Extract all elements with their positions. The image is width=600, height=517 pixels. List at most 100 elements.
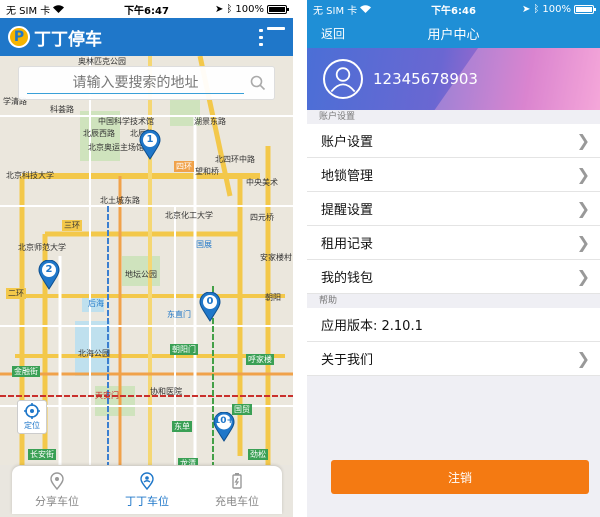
tab-label: 分享车位 xyxy=(35,494,79,508)
status-time: 下午6:46 xyxy=(431,5,476,17)
menu-account-settings[interactable]: 账户设置 ❯ xyxy=(307,124,600,158)
crosshair-icon xyxy=(24,403,40,419)
locate-button[interactable]: 定位 xyxy=(17,400,47,434)
map-label: 后海 xyxy=(88,299,104,308)
menu-rental-records[interactable]: 租用记录 ❯ xyxy=(307,226,600,260)
row-label: 我的钱包 xyxy=(321,271,374,286)
chevron-right-icon: ❯ xyxy=(576,165,590,184)
app-header: P 丁丁停车 xyxy=(0,18,293,56)
tab-label: 丁丁车位 xyxy=(125,494,169,508)
map-label: 北京师范大学 xyxy=(18,243,66,252)
map-label: 北京化工大学 xyxy=(165,211,213,220)
chevron-right-icon: ❯ xyxy=(576,267,590,286)
address-search-box xyxy=(18,66,275,100)
parking-pin[interactable]: 2 xyxy=(38,260,60,290)
row-label: 地锁管理 xyxy=(321,169,374,184)
parking-pin[interactable]: 0 xyxy=(199,292,221,322)
nav-bar: 返回 用户中心 xyxy=(307,18,600,48)
map-label: 安家楼村 xyxy=(260,253,292,262)
map-label: 中央美术 xyxy=(246,178,278,187)
menu-icon[interactable] xyxy=(259,27,285,47)
map-label: 四元桥 xyxy=(250,213,274,222)
bluetooth-icon: ᛒ xyxy=(533,3,540,15)
map-label: 北辰西路 xyxy=(83,129,115,138)
chevron-right-icon: ❯ xyxy=(576,131,590,150)
status-bar: 无 SIM 卡 下午6:47 ➤ ᛒ 100% xyxy=(0,0,293,18)
map-label: 朝阳 xyxy=(265,293,281,302)
user-phone: 12345678903 xyxy=(373,70,478,88)
road-badge: 二环 xyxy=(6,288,26,299)
road-badge: 呼家楼 xyxy=(246,354,274,365)
tab-dingding-parking[interactable]: 丁丁车位 xyxy=(102,466,192,514)
map-label: 协和医院 xyxy=(150,387,182,396)
pin-count: 10+ xyxy=(213,416,235,426)
back-button[interactable]: 返回 xyxy=(307,25,367,42)
map-label: 中国科学技术馆 xyxy=(98,117,154,126)
section-header-help: 帮助 xyxy=(307,294,600,308)
tab-label: 充电车位 xyxy=(215,494,259,508)
map-label: 望和桥 xyxy=(195,167,219,176)
menu-about-us[interactable]: 关于我们 ❯ xyxy=(307,342,600,376)
screen-gap xyxy=(293,0,307,517)
search-icon[interactable] xyxy=(250,75,266,91)
road-badge: 金融街 xyxy=(12,366,40,377)
battery-percent: 100% xyxy=(542,3,572,15)
map-label: 北京科技大学 xyxy=(6,171,54,180)
locate-label: 定位 xyxy=(24,421,40,430)
carrier-label: 无 SIM 卡 xyxy=(313,5,358,17)
map-label: 北土城东路 xyxy=(100,196,140,205)
wifi-icon xyxy=(360,5,372,13)
page-title: 用户中心 xyxy=(427,27,480,43)
battery-icon xyxy=(267,4,290,14)
parking-pin[interactable]: 1 xyxy=(139,130,161,160)
road-badge: 龙潭 xyxy=(178,458,198,465)
map-label: 天安门 xyxy=(95,391,119,400)
pin-count: 1 xyxy=(146,134,154,145)
menu-reminder-settings[interactable]: 提醒设置 ❯ xyxy=(307,192,600,226)
location-arrow-icon: ➤ xyxy=(215,3,224,15)
address-search-input[interactable] xyxy=(27,72,244,94)
tab-charging-parking[interactable]: 充电车位 xyxy=(192,466,282,514)
status-time: 下午6:47 xyxy=(124,5,169,17)
parking-logo-icon: P xyxy=(8,26,30,48)
tab-share-parking[interactable]: 分享车位 xyxy=(12,466,102,514)
row-label: 账户设置 xyxy=(321,135,374,150)
app-version-row: 应用版本: 2.10.1 xyxy=(307,308,600,342)
row-label: 提醒设置 xyxy=(321,203,374,218)
menu-lock-management[interactable]: 地锁管理 ❯ xyxy=(307,158,600,192)
battery-icon xyxy=(574,4,597,14)
status-bar: 无 SIM 卡 下午6:46 ➤ ᛒ 100% xyxy=(307,0,600,18)
row-label: 关于我们 xyxy=(321,353,374,368)
profile-banner: 12345678903 xyxy=(307,48,600,110)
map-label: 东直门 xyxy=(167,310,191,319)
road-badge: 劲松 xyxy=(248,449,268,460)
person-pin-icon xyxy=(140,471,154,490)
battery-icon xyxy=(232,472,242,489)
location-icon xyxy=(50,471,64,490)
parking-pin[interactable]: 10+ xyxy=(212,412,236,442)
map-label: 北四环中路 xyxy=(215,155,255,164)
bottom-tab-bar: 分享车位 丁丁车位 充电车位 xyxy=(12,466,282,514)
bluetooth-icon: ᛒ xyxy=(226,3,233,15)
avatar-icon[interactable] xyxy=(323,59,363,99)
battery-percent: 100% xyxy=(235,3,265,15)
map-label: 地坛公园 xyxy=(125,270,157,279)
chevron-right-icon: ❯ xyxy=(576,233,590,252)
map-label: 科荟路 xyxy=(50,105,74,114)
row-label: 租用记录 xyxy=(321,237,374,252)
carrier-label: 无 SIM 卡 xyxy=(6,5,51,17)
app-version: 应用版本: 2.10.1 xyxy=(321,319,423,334)
map-label: 北京奥运主场馆 xyxy=(88,143,144,152)
menu-my-wallet[interactable]: 我的钱包 ❯ xyxy=(307,260,600,294)
map-label: 国展 xyxy=(196,240,212,249)
pin-count: 0 xyxy=(206,296,214,307)
road-badge: 长安街 xyxy=(28,449,56,460)
section-header-account: 账户设置 xyxy=(307,110,600,124)
map-label: 北海公园 xyxy=(78,349,110,358)
logout-button[interactable]: 注销 xyxy=(331,460,589,494)
road-badge: 三环 xyxy=(62,220,82,231)
road-badge: 朝阳门 xyxy=(170,344,198,355)
map-screen: 无 SIM 卡 下午6:47 ➤ ᛒ 100% P 丁丁停车 奥林匹克公园 学清… xyxy=(0,0,293,517)
road-badge: 四环 xyxy=(174,161,194,172)
app-title: 丁丁停车 xyxy=(34,29,102,50)
